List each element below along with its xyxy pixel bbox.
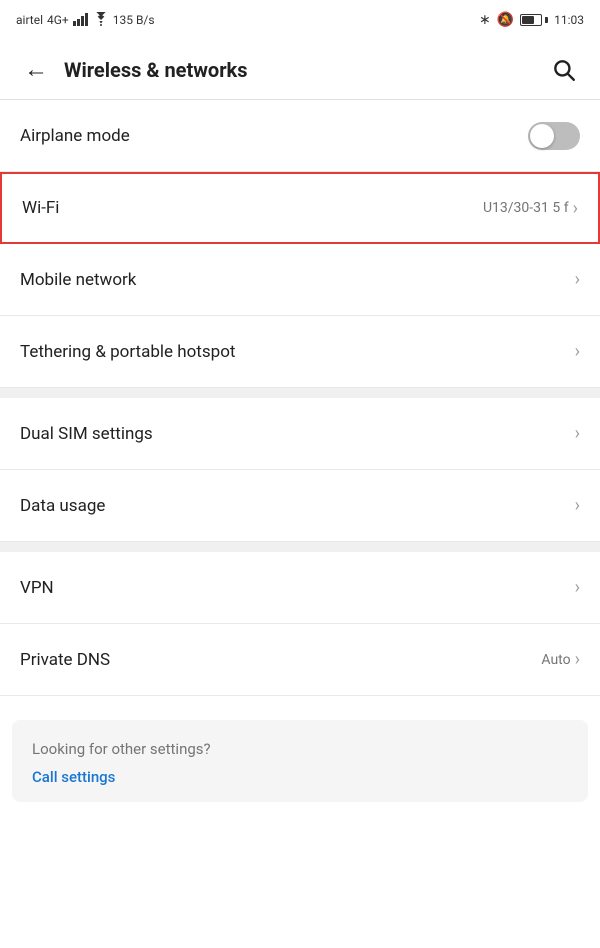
setting-item-left-wifi: Wi-Fi (22, 198, 59, 218)
footer-card: Looking for other settings? Call setting… (12, 720, 588, 802)
battery-icon (520, 14, 548, 26)
settings-list: Airplane mode Wi-Fi U13/30-31 5 f › Mobi… (0, 100, 600, 696)
mobile-network-chevron-icon: › (575, 269, 580, 290)
setting-right-dual-sim: › (575, 423, 580, 444)
vpn-chevron-icon: › (575, 577, 580, 598)
vpn-label: VPN (20, 578, 54, 598)
toggle-track (528, 122, 580, 150)
back-button[interactable]: ← (16, 50, 56, 90)
search-icon (551, 57, 577, 83)
setting-item-left-tethering: Tethering & portable hotspot (20, 342, 235, 362)
setting-item-vpn[interactable]: VPN › (0, 552, 600, 624)
wifi-chevron-icon: › (573, 198, 578, 219)
setting-item-tethering[interactable]: Tethering & portable hotspot › (0, 316, 600, 388)
carrier-label: airtel (16, 13, 43, 27)
setting-item-left-vpn: VPN (20, 578, 54, 598)
setting-item-mobile-network[interactable]: Mobile network › (0, 244, 600, 316)
airplane-mode-toggle[interactable] (528, 122, 580, 150)
page-title: Wireless & networks (64, 58, 544, 82)
call-settings-link[interactable]: Call settings (32, 768, 568, 786)
wifi-value: U13/30-31 5 f (483, 200, 569, 216)
setting-right-mobile: › (575, 269, 580, 290)
section-divider-1 (0, 388, 600, 398)
setting-item-private-dns[interactable]: Private DNS Auto › (0, 624, 600, 696)
search-button[interactable] (544, 50, 584, 90)
mobile-network-label: Mobile network (20, 270, 136, 290)
bluetooth-icon: ∗ (479, 12, 491, 28)
network-type-label: 4G+ (47, 13, 69, 27)
header: ← Wireless & networks (0, 40, 600, 100)
signal-icon (73, 12, 89, 29)
footer-card-text: Looking for other settings? (32, 740, 568, 758)
setting-item-wifi[interactable]: Wi-Fi U13/30-31 5 f › (0, 172, 600, 244)
toggle-thumb (530, 124, 554, 148)
status-left: airtel 4G+ 135 B/s (16, 12, 155, 29)
airplane-mode-label: Airplane mode (20, 126, 130, 146)
time-label: 11:03 (554, 13, 584, 27)
setting-item-left-private-dns: Private DNS (20, 650, 110, 670)
setting-right-data-usage: › (575, 495, 580, 516)
wifi-label: Wi-Fi (22, 198, 59, 218)
setting-item-dual-sim[interactable]: Dual SIM settings › (0, 398, 600, 470)
setting-item-airplane-mode[interactable]: Airplane mode (0, 100, 600, 172)
status-bar: airtel 4G+ 135 B/s ∗ 🔕 (0, 0, 600, 40)
dual-sim-chevron-icon: › (575, 423, 580, 444)
setting-right-vpn: › (575, 577, 580, 598)
private-dns-label: Private DNS (20, 650, 110, 670)
setting-item-left-mobile: Mobile network (20, 270, 136, 290)
wifi-status-icon (93, 12, 109, 29)
notification-icon: 🔕 (497, 12, 514, 28)
setting-right-wifi: U13/30-31 5 f › (483, 198, 578, 219)
data-usage-chevron-icon: › (575, 495, 580, 516)
tethering-chevron-icon: › (575, 341, 580, 362)
tethering-label: Tethering & portable hotspot (20, 342, 235, 362)
status-right: ∗ 🔕 11:03 (479, 12, 584, 28)
setting-item-left-data-usage: Data usage (20, 496, 105, 516)
dual-sim-label: Dual SIM settings (20, 424, 153, 444)
private-dns-value: Auto (541, 652, 570, 668)
setting-right-airplane (528, 122, 580, 150)
setting-right-tethering: › (575, 341, 580, 362)
private-dns-chevron-icon: › (575, 649, 580, 670)
back-arrow-icon: ← (24, 55, 48, 84)
setting-right-private-dns: Auto › (541, 649, 580, 670)
speed-label: 135 B/s (113, 13, 155, 27)
section-divider-2 (0, 542, 600, 552)
data-usage-label: Data usage (20, 496, 105, 516)
setting-item-left: Airplane mode (20, 126, 130, 146)
setting-item-left-dual-sim: Dual SIM settings (20, 424, 153, 444)
setting-item-data-usage[interactable]: Data usage › (0, 470, 600, 542)
